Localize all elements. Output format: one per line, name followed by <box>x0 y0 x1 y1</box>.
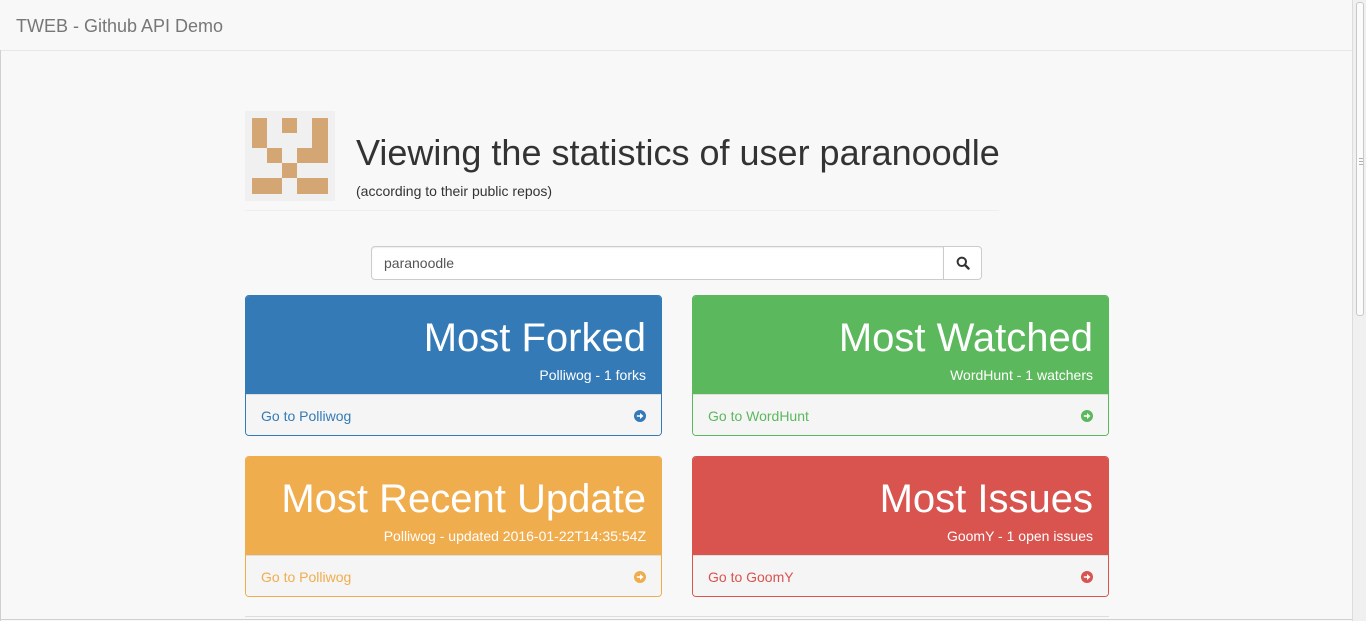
most-forked-panel: Most Forked Polliwog - 1 forks Go to Pol… <box>245 295 662 436</box>
page-title: Viewing the statistics of user paranoodl… <box>356 132 1000 173</box>
arrow-circle-right-icon <box>1081 410 1093 422</box>
scrollbar-grip-line <box>1359 161 1363 162</box>
search-button[interactable] <box>943 246 982 280</box>
panel-title: Most Issues <box>879 477 1093 521</box>
scrollbar-grip-line <box>1359 164 1363 165</box>
window-border-bottom <box>0 619 1352 620</box>
navbar-brand[interactable]: TWEB - Github API Demo <box>16 16 223 37</box>
search-icon <box>956 256 970 270</box>
panel-heading: Most Watched WordHunt - 1 watchers <box>693 296 1108 394</box>
panel-title: Most Forked <box>423 316 646 360</box>
link-label: Go to WordHunt <box>708 408 809 424</box>
most-watched-panel: Most Watched WordHunt - 1 watchers Go to… <box>692 295 1109 436</box>
most-issues-panel: Most Issues GoomY - 1 open issues Go to … <box>692 456 1109 597</box>
user-avatar <box>245 111 335 201</box>
arrow-circle-right-icon <box>634 571 646 583</box>
panel-title: Most Watched <box>838 316 1093 360</box>
link-label: Go to Polliwog <box>261 408 352 424</box>
scrollbar-thumb[interactable] <box>1356 2 1364 316</box>
panel-heading: Most Forked Polliwog - 1 forks <box>246 296 661 394</box>
link-label: Go to Polliwog <box>261 569 352 585</box>
panel-heading: Most Issues GoomY - 1 open issues <box>693 457 1108 555</box>
identicon-avatar <box>252 118 328 194</box>
panel-detail: GoomY - 1 open issues <box>946 528 1093 544</box>
go-to-repo-link[interactable]: Go to Polliwog <box>246 394 661 435</box>
panel-detail: WordHunt - 1 watchers <box>950 367 1093 383</box>
panel-detail: Polliwog - updated 2016-01-22T14:35:54Z <box>383 528 646 544</box>
page-subtitle: (according to their public repos) <box>356 183 553 199</box>
header-divider <box>245 210 999 211</box>
panel-heading: Most Recent Update Polliwog - updated 20… <box>246 457 661 555</box>
search-group <box>371 246 982 280</box>
arrow-circle-right-icon <box>1081 571 1093 583</box>
link-label: Go to GoomY <box>708 569 794 585</box>
go-to-repo-link[interactable]: Go to WordHunt <box>693 394 1108 435</box>
go-to-repo-link[interactable]: Go to GoomY <box>693 555 1108 596</box>
content-divider <box>245 616 1109 617</box>
most-recent-update-panel: Most Recent Update Polliwog - updated 20… <box>245 456 662 597</box>
window-border-left <box>0 50 1 621</box>
panel-title: Most Recent Update <box>281 477 646 521</box>
search-input[interactable] <box>371 246 944 280</box>
scrollbar-grip-line <box>1359 158 1363 159</box>
panel-detail: Polliwog - 1 forks <box>539 367 646 383</box>
arrow-circle-right-icon <box>634 410 646 422</box>
navbar: TWEB - Github API Demo <box>0 0 1352 51</box>
go-to-repo-link[interactable]: Go to Polliwog <box>246 555 661 596</box>
vertical-scrollbar[interactable] <box>1352 0 1366 621</box>
